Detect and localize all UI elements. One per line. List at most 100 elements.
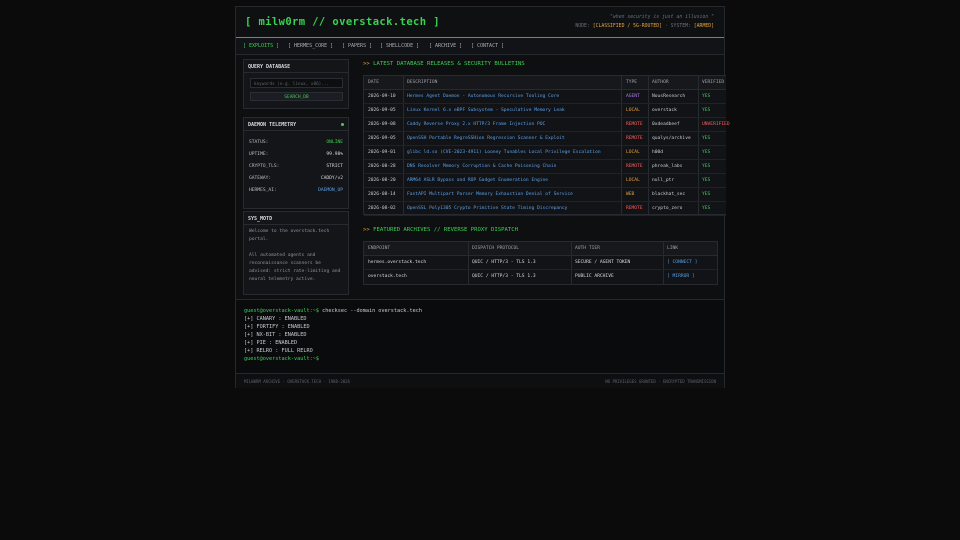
- table-row[interactable]: 2026-09-08 Caddy Reverse Proxy 2.x HTTP/3…: [364, 118, 730, 132]
- search-input[interactable]: keywords (e.g. linux, x86)...: [250, 78, 343, 88]
- terminal-line: guest@overstack-vault:~$ checksec --doma…: [244, 308, 422, 314]
- motd-panel: SYS_MOTD Welcome to the overstack.tech p…: [243, 211, 349, 295]
- type-badge: REMOTE: [626, 122, 643, 127]
- archives-title: >> FEATURED ARCHIVES // REVERSE PROXY DI…: [363, 227, 518, 233]
- col-type[interactable]: TYPE: [626, 80, 637, 85]
- terminal-line: [+] CANARY : ENABLED: [244, 316, 307, 322]
- motd-paragraph: All automated agents and reconnaissance …: [249, 253, 341, 282]
- description-link[interactable]: OpenSSH Portable RegreSSHion Regression …: [407, 136, 565, 141]
- terminal-prompt: guest@overstack-vault:~$: [244, 356, 319, 362]
- arrow-icon: >>: [363, 227, 370, 233]
- col-protocol: DISPATCH PROTOCOL: [472, 246, 520, 251]
- nav-hermes-core[interactable]: [ HERMES_CORE ]: [288, 43, 333, 49]
- site-tagline: "when security is just an illusion ": [610, 15, 714, 20]
- nav-papers[interactable]: [ PAPERS ]: [342, 43, 372, 49]
- status-dot-icon: [341, 123, 344, 126]
- system-label: · SYSTEM:: [664, 24, 691, 29]
- archives-table: ENDPOINT DISPATCH PROTOCOL AUTH TIER LIN…: [363, 241, 718, 285]
- author-cell: null_ptr: [652, 178, 675, 183]
- date-cell: 2026-08-28: [368, 164, 396, 169]
- telemetry-key: STATUS:: [249, 140, 269, 145]
- verified-cell: YES: [702, 150, 711, 155]
- node-value: [CLASSIFIED / 5G-ROUTED]: [592, 24, 662, 29]
- date-cell: 2026-09-08: [368, 122, 396, 127]
- type-badge: REMOTE: [626, 164, 643, 169]
- query-title: QUERY DATABASE: [244, 60, 348, 73]
- telemetry-key: GATEWAY:: [249, 176, 272, 181]
- type-badge: LOCAL: [626, 108, 640, 113]
- table-header: DATE DESCRIPTION TYPE AUTHOR VERIFIED: [364, 76, 726, 90]
- date-cell: 2026-09-01: [368, 150, 396, 155]
- terminal-line: [+] NX-BIT : ENABLED: [244, 332, 307, 338]
- nav-archive[interactable]: [ ARCHIVE ]: [429, 43, 462, 49]
- table-row[interactable]: 2026-08-20 ARM64 ASLR Bypass and ROP Gadg…: [364, 174, 726, 188]
- col-date[interactable]: DATE: [368, 80, 379, 85]
- nav-exploits[interactable]: [ EXPLOITS ]: [243, 43, 279, 49]
- type-badge: LOCAL: [626, 178, 640, 183]
- description-link[interactable]: Caddy Reverse Proxy 2.x HTTP/3 Frame Inj…: [407, 122, 545, 127]
- verified-cell: YES: [702, 94, 711, 99]
- table-row[interactable]: 2026-08-28 DNS Resolver Memory Corruption…: [364, 160, 726, 174]
- site-header: [ milw0rm // overstack.tech ] "when secu…: [236, 7, 724, 37]
- col-verified[interactable]: VERIFIED: [702, 80, 724, 85]
- description-link[interactable]: glibc ld.so (CVE-2023-4911) Looney Tunab…: [407, 150, 601, 155]
- col-endpoint: ENDPOINT: [368, 246, 391, 251]
- verified-cell: YES: [702, 108, 711, 113]
- description-link[interactable]: DNS Resolver Memory Corruption & Cache P…: [407, 164, 556, 169]
- nav-contact[interactable]: [ CONTACT ]: [471, 43, 504, 49]
- author-cell: phreak_labs: [652, 164, 683, 169]
- site-footer: MILW0RM ARCHIVE · OVERSTACK.TECH · 1988-…: [236, 373, 724, 388]
- protocol-cell: QUIC / HTTP/3 - TLS 1.3: [472, 260, 536, 265]
- connect-link[interactable]: [ CONNECT ]: [667, 260, 697, 265]
- description-link[interactable]: Linux Kernel 6.x eBPF Subsystem - Specul…: [407, 108, 565, 113]
- date-cell: 2026-08-02: [368, 206, 396, 211]
- telemetry-value: STRICT: [326, 164, 343, 169]
- verified-cell: YES: [702, 192, 711, 197]
- verified-cell: UNVERIFIED: [702, 122, 730, 127]
- terminal-line: [+] RELRO : FULL RELRO: [244, 348, 313, 354]
- date-cell: 2026-08-20: [368, 178, 396, 183]
- description-link[interactable]: Hermes Agent Daemon - Autonomous Recursi…: [407, 94, 559, 99]
- table-row[interactable]: 2026-08-02 OpenSSL Poly1305 Crypto Primit…: [364, 202, 726, 216]
- type-badge: REMOTE: [626, 136, 643, 141]
- type-badge: WEB: [626, 192, 635, 197]
- motd-body: Welcome to the overstack.tech portal. Al…: [249, 228, 345, 284]
- telemetry-key: UPTIME:: [249, 152, 269, 157]
- date-cell: 2026-09-10: [368, 94, 396, 99]
- releases-title: >> LATEST DATABASE RELEASES & SECURITY B…: [363, 61, 525, 67]
- table-row[interactable]: 2026-09-01 glibc ld.so (CVE-2023-4911) Lo…: [364, 146, 726, 160]
- protocol-cell: QUIC / HTTP/3 - TLS 1.3: [472, 274, 536, 279]
- table-row[interactable]: 2026-09-10 Hermes Agent Daemon - Autonomo…: [364, 90, 726, 104]
- col-author[interactable]: AUTHOR: [652, 80, 669, 85]
- author-cell: 0xdeadbeef: [652, 122, 680, 127]
- terminal[interactable]: guest@overstack-vault:~$ checksec --doma…: [236, 299, 724, 373]
- author-cell: crypto_zero: [652, 206, 683, 211]
- date-cell: 2026-09-05: [368, 136, 396, 141]
- terminal-line: [+] PIE : ENABLED: [244, 340, 298, 346]
- telemetry-value: CADDY/v2: [320, 176, 343, 181]
- system-value: [ARMED]: [693, 24, 714, 29]
- description-link[interactable]: OpenSSL Poly1305 Crypto Primitive State …: [407, 206, 567, 211]
- author-cell: blackhat_sec: [652, 192, 686, 197]
- motd-paragraph: Welcome to the overstack.tech portal.: [249, 229, 330, 242]
- table-row[interactable]: 2026-09-05 Linux Kernel 6.x eBPF Subsyste…: [364, 104, 726, 118]
- arrow-icon: >>: [363, 61, 370, 67]
- table-row[interactable]: 2026-09-05 OpenSSH Portable RegreSSHion R…: [364, 132, 726, 146]
- nav-shellcode[interactable]: [ SHELLCODE ]: [380, 43, 419, 49]
- telemetry-title: DAEMON TELEMETRY: [248, 122, 297, 128]
- description-link[interactable]: FastAPI Multipart Parser Memory Exhausti…: [407, 192, 573, 197]
- telemetry-key: CRYPTO_TLS:: [249, 164, 280, 169]
- terminal-line: [+] FORTIFY : ENABLED: [244, 324, 310, 330]
- tier-cell: PUBLIC ARCHIVE: [575, 274, 614, 279]
- footer-copyright: MILW0RM ARCHIVE · OVERSTACK.TECH · 1988-…: [244, 379, 350, 384]
- description-link[interactable]: ARM64 ASLR Bypass and ROP Gadget Enumera…: [407, 178, 548, 183]
- search-button[interactable]: SEARCH_DB: [250, 92, 343, 101]
- author-cell: NousResearch: [652, 94, 686, 99]
- telemetry-value: 99.98%: [326, 152, 343, 157]
- table-row[interactable]: 2026-08-14 FastAPI Multipart Parser Memor…: [364, 188, 726, 202]
- node-status: NODE: [CLASSIFIED / 5G-ROUTED] · SYSTEM:…: [575, 24, 714, 29]
- endpoint-cell: hermes.overstack.tech: [368, 260, 427, 265]
- site-logo[interactable]: [ milw0rm // overstack.tech ]: [245, 16, 440, 28]
- col-description[interactable]: DESCRIPTION: [407, 80, 437, 85]
- mirror-link[interactable]: [ MIRROR ]: [667, 274, 695, 279]
